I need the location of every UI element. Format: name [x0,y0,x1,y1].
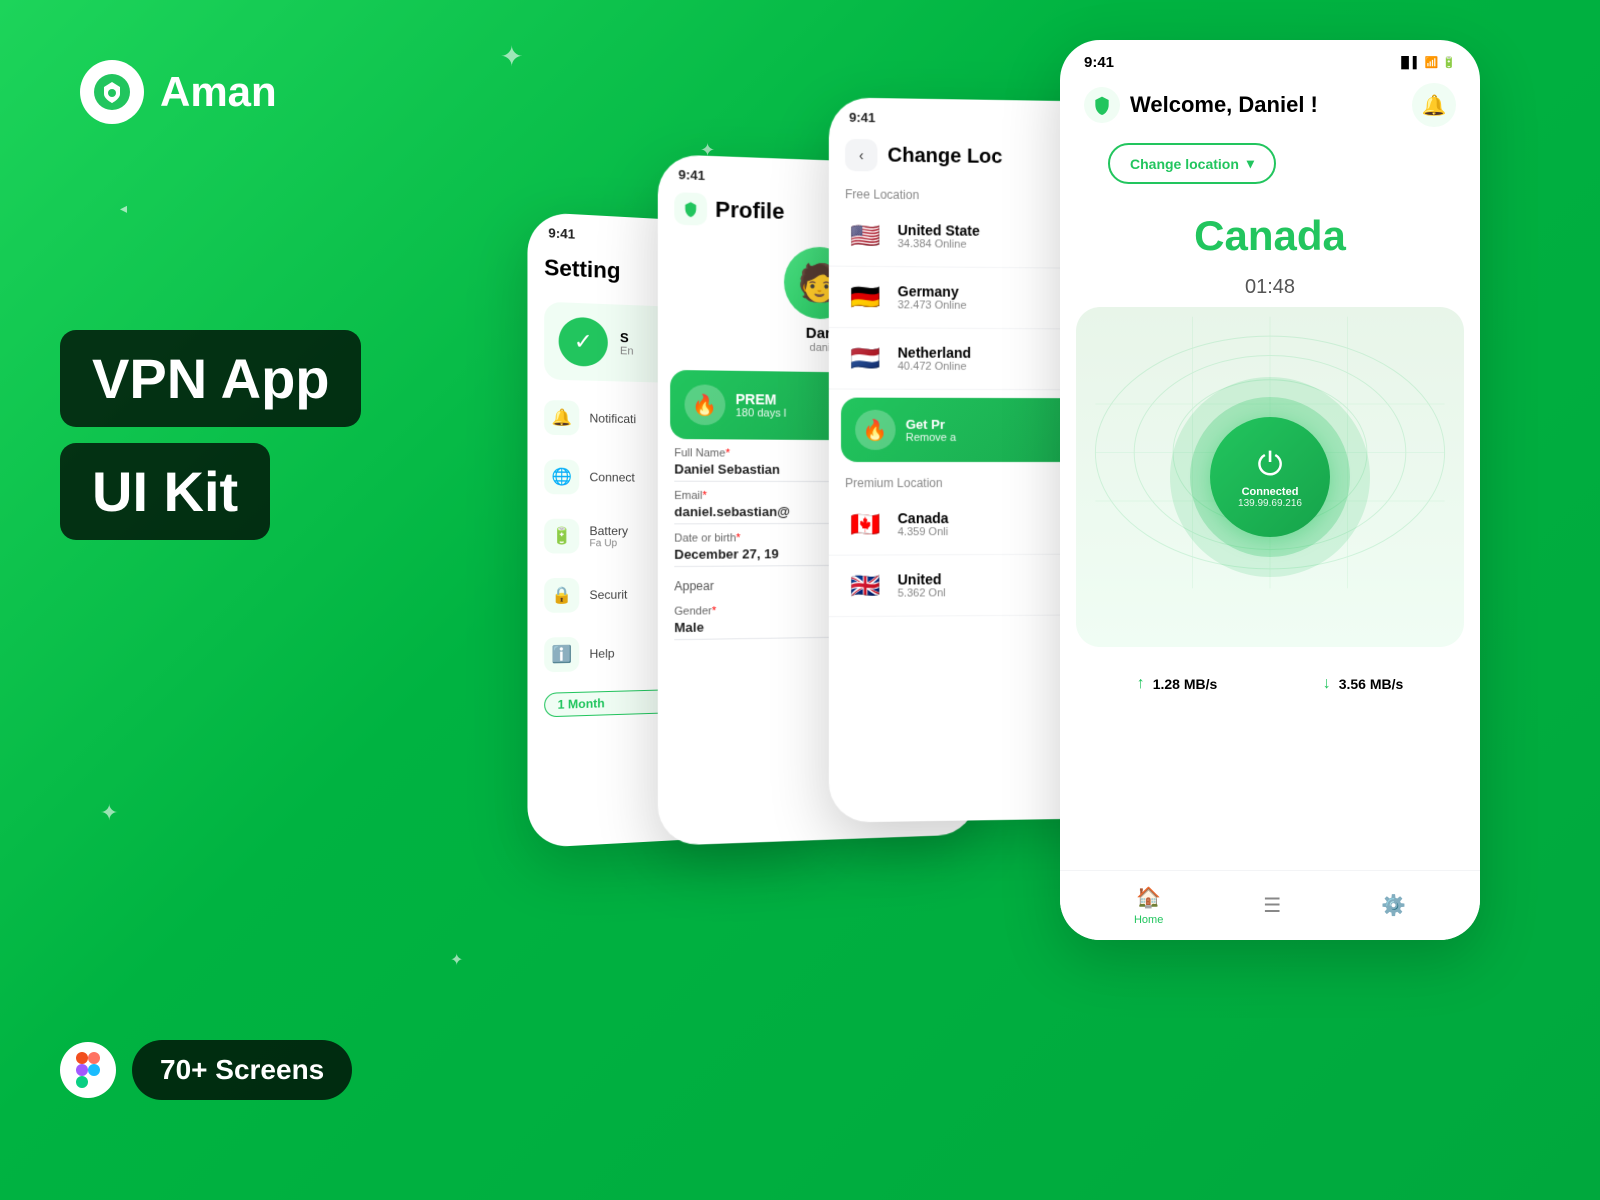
flag-nl: 🇳🇱 [845,338,885,378]
download-speed-value: 3.56 MB/s [1339,676,1404,692]
greeting-text: Welcome, Daniel ! [1130,92,1318,118]
back-button[interactable]: ‹ [845,139,877,172]
app-name: Aman [160,68,277,116]
upload-speed-value: 1.28 MB/s [1153,676,1218,692]
nav-settings[interactable]: ⚙️ [1381,893,1406,918]
status-icons: ▐▌▌ 📶 🔋 [1397,56,1456,69]
sparkle-decoration: ✦ [100,800,118,826]
power-button[interactable]: ⏻ Connected 139.99.69.216 [1210,417,1330,537]
get-premium-sub: Remove a [906,431,956,443]
upload-speed: ↑ 1.28 MB/s [1137,675,1218,693]
country-name-de: Germany [898,283,967,300]
flame-icon-premium: 🔥 [855,410,895,450]
vpn-label: S [620,329,634,345]
app-logo-icon [80,60,144,124]
hero-section: VPN App UI Kit [60,330,361,540]
home-header: Welcome, Daniel ! 🔔 [1060,79,1480,139]
hero-line2: UI Kit [60,443,270,540]
premium-sub: 180 days l [736,407,787,420]
country-count-nl: 40.472 Online [898,361,971,373]
nav-home[interactable]: 🏠 Home [1134,885,1163,926]
sparkle-decoration: ✦ [450,950,463,970]
country-count-ca: 4.359 Onli [898,526,949,538]
logo-area: Aman [80,60,277,124]
flag-de: 🇩🇪 [845,277,885,318]
country-name-us: United State [898,222,980,239]
power-icon: ⏻ [1257,446,1282,484]
flag-ca: 🇨🇦 [845,504,885,544]
notification-bell-button[interactable]: 🔔 [1412,83,1456,127]
shield-icon [674,192,707,225]
screens-count-badge: 70+ Screens [132,1040,352,1100]
settings-nav-icon: ⚙️ [1381,893,1406,918]
flag-us: 🇺🇸 [845,215,885,256]
power-ring-mid: ⏻ Connected 139.99.69.216 [1190,397,1350,557]
nav-menu[interactable]: ☰ [1263,893,1281,918]
download-speed: ↓ 3.56 MB/s [1323,675,1404,693]
map-background: ⏻ Connected 139.99.69.216 [1076,307,1464,647]
phones-container: 9:41 Setting ✓ S En 🔔 Notificati 🌐 Conne… [500,0,1600,1200]
connection-time: 01:48 [1060,276,1480,299]
vpn-sublabel: En [620,345,634,358]
get-premium-label: Get Pr [906,416,956,431]
change-location-button[interactable]: Change location ▾ [1108,143,1276,184]
sparkle-decoration: ◂ [120,200,127,217]
change-location-label: Change location [1130,156,1239,172]
speed-bar: ↑ 1.28 MB/s ↓ 3.56 MB/s [1060,663,1480,705]
figma-badge-area: 70+ Screens [60,1040,352,1100]
home-nav-icon: 🏠 [1136,885,1161,910]
power-ring-outer: ⏻ Connected 139.99.69.216 [1170,377,1370,577]
current-country: Canada [1060,196,1480,276]
vpn-check-icon: ✓ [559,317,608,367]
location-title: Change Loc [888,144,1003,169]
country-count-de: 32.473 Online [898,299,967,311]
phone-home: 9:41 ▐▌▌ 📶 🔋 Welcome, Daniel ! 🔔 Change … [1060,40,1480,940]
connected-label: Connected [1242,486,1299,498]
profile-title: Profile [715,197,784,225]
bottom-nav: 🏠 Home ☰ ⚙️ [1060,870,1480,940]
country-name-nl: Netherland [898,344,971,360]
figma-icon [60,1042,116,1098]
premium-label: PREM [736,391,787,408]
user-handle: dani [810,342,831,354]
flag-uk: 🇬🇧 [845,566,885,606]
country-name-uk: United [898,571,946,587]
hero-line1: VPN App [60,330,361,427]
country-count-us: 34.384 Online [898,238,980,251]
ip-address: 139.99.69.216 [1238,498,1302,509]
upload-arrow-icon: ↑ [1137,675,1145,693]
menu-nav-icon: ☰ [1263,893,1281,918]
flame-icon: 🔥 [685,384,726,425]
download-arrow-icon: ↓ [1323,675,1331,693]
nav-home-label: Home [1134,914,1163,926]
country-name-ca: Canada [898,510,949,526]
home-logo-icon [1084,87,1120,123]
chevron-down-icon: ▾ [1247,155,1254,172]
country-count-uk: 5.362 Onl [898,587,946,599]
status-bar-home: 9:41 ▐▌▌ 📶 🔋 [1060,40,1480,79]
